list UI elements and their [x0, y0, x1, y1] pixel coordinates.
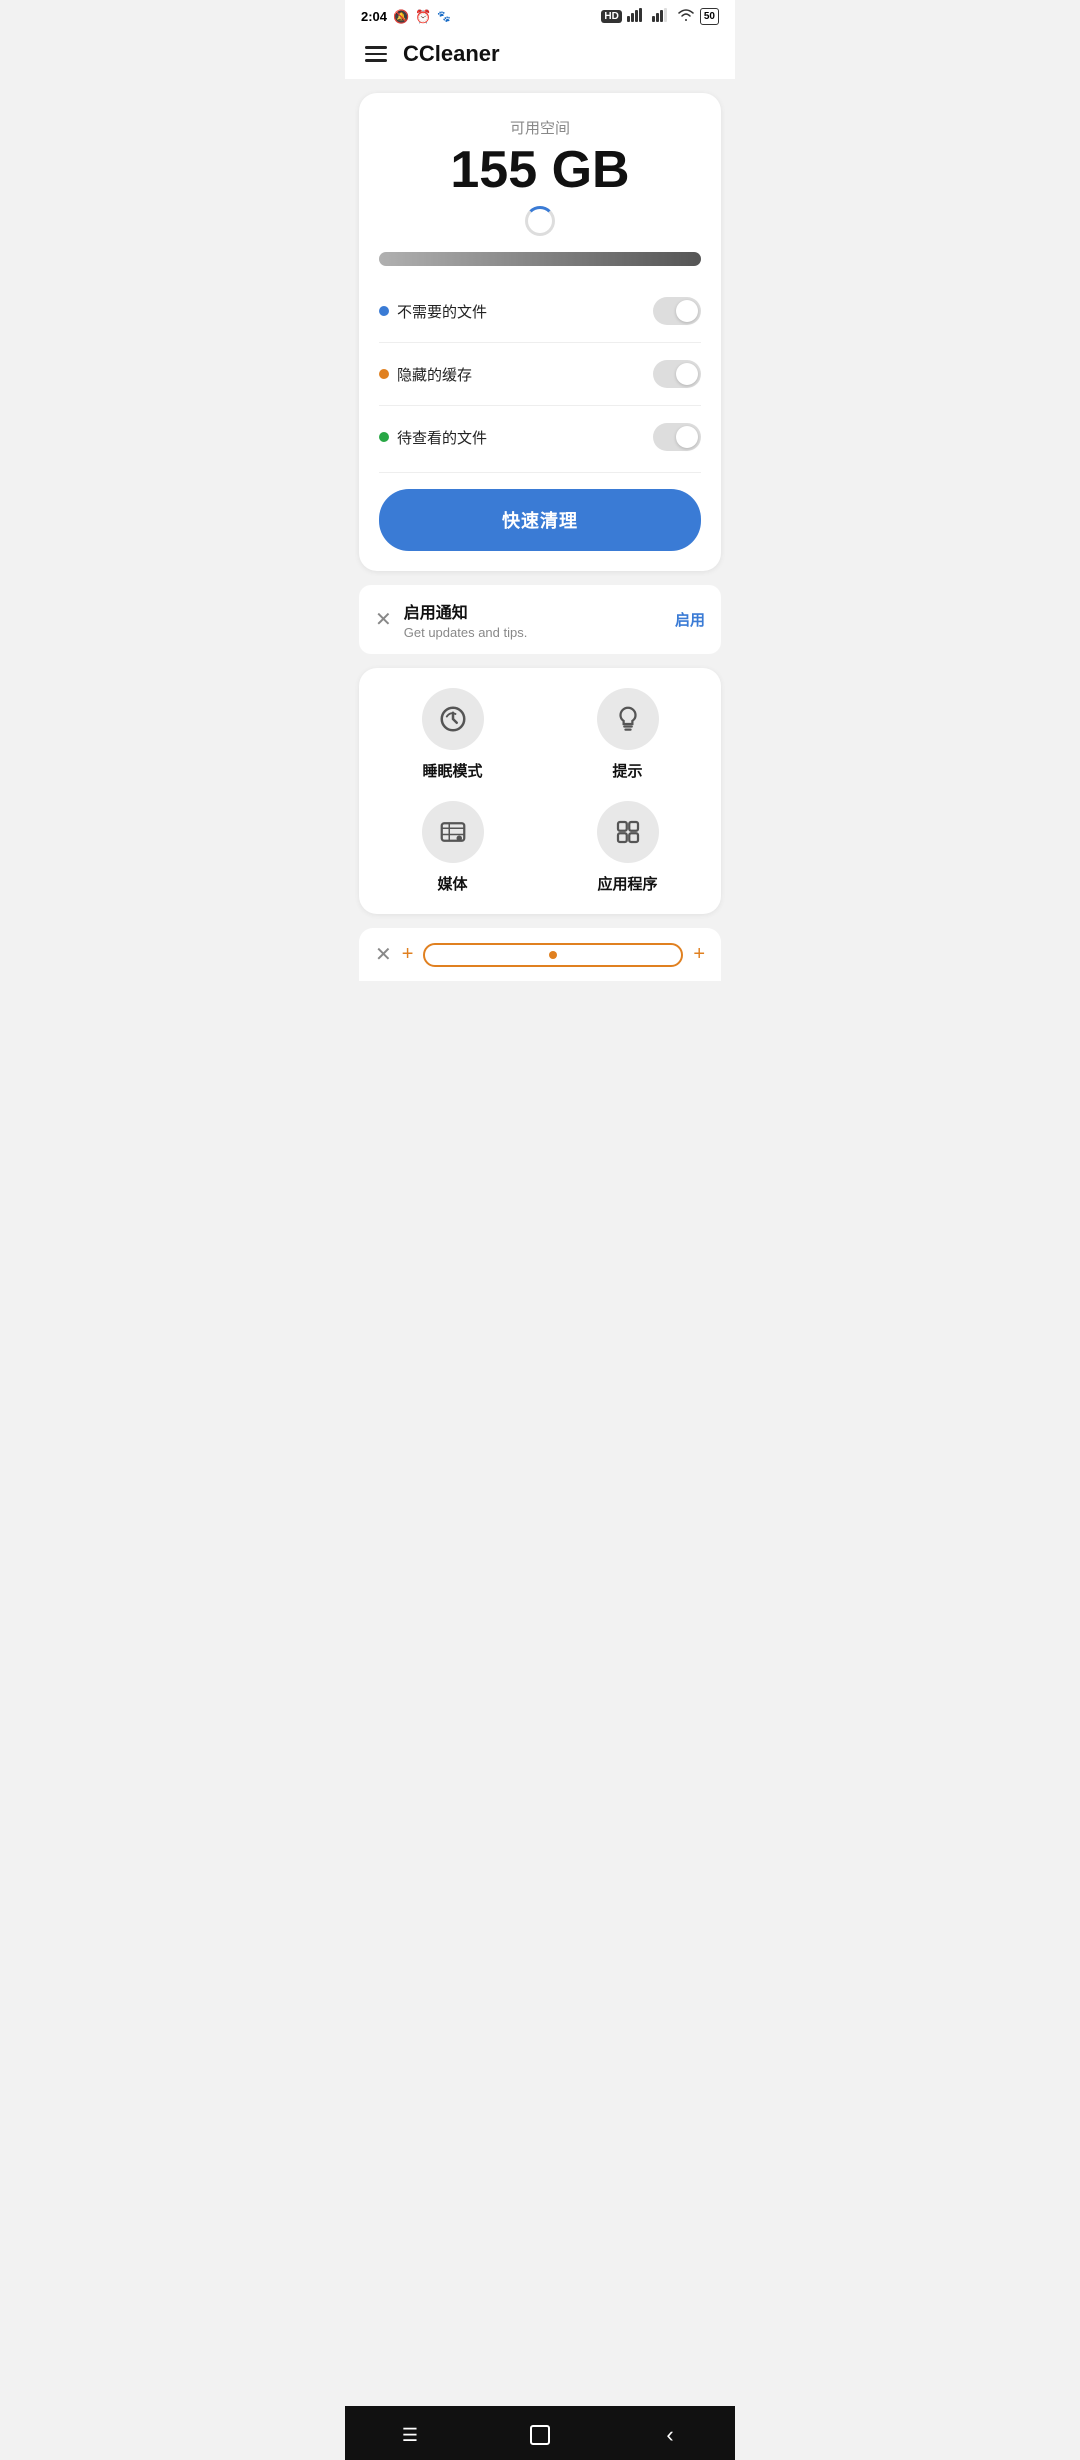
toggle-cache[interactable] — [653, 360, 701, 388]
battery-indicator: 50 — [700, 8, 719, 25]
media-icon-circle — [422, 801, 484, 863]
feature-card: 睡眠模式 提示 — [359, 668, 721, 914]
status-indicators: HD 50 — [601, 8, 719, 25]
bottom-banner-close[interactable]: ✕ — [375, 942, 392, 967]
nav-back-button[interactable]: ‹ — [650, 2420, 690, 2450]
storage-card: 可用空间 155 GB 不需要的文件 隐藏的缓存 — [359, 93, 721, 571]
feature-item-sleep[interactable]: 睡眠模式 — [375, 688, 530, 781]
status-bar: 2:04 🔕 ⏰ 🐾 HD 50 — [345, 0, 735, 29]
signal2-icon — [652, 8, 672, 25]
toggle-item-cache: 隐藏的缓存 — [379, 347, 701, 401]
hd-badge: HD — [601, 10, 621, 23]
plus-right-icon: + — [693, 943, 705, 966]
progress-bar-track — [379, 252, 701, 266]
dot-blue — [379, 306, 389, 316]
feature-grid: 睡眠模式 提示 — [375, 688, 705, 894]
storage-progress — [379, 252, 701, 266]
storage-value: 155 GB — [379, 144, 701, 196]
nav-square-icon — [530, 2425, 550, 2445]
plus-left-icon: + — [402, 943, 414, 966]
feature-item-apps[interactable]: 应用程序 — [550, 801, 705, 894]
storage-label: 可用空间 — [379, 117, 701, 138]
top-bar: CCleaner — [345, 29, 735, 79]
mute-icon: 🔕 — [393, 9, 409, 25]
notification-subtitle: Get updates and tips. — [404, 625, 663, 640]
spinner — [525, 206, 555, 236]
extra-icon: 🐾 — [437, 10, 451, 23]
main-content: 可用空间 155 GB 不需要的文件 隐藏的缓存 — [345, 79, 735, 981]
status-time: 2:04 — [361, 9, 387, 24]
notification-enable-button[interactable]: 启用 — [675, 609, 705, 630]
feature-label-sleep: 睡眠模式 — [422, 760, 482, 781]
notification-banner: ✕ 启用通知 Get updates and tips. 启用 — [359, 585, 721, 654]
toggle-files[interactable] — [653, 423, 701, 451]
feature-label-media: 媒体 — [437, 873, 467, 894]
nav-bar: ☰ ‹ — [345, 2406, 735, 2460]
app-title: CCleaner — [403, 41, 500, 67]
apps-icon — [613, 817, 643, 847]
notification-text: 启用通知 Get updates and tips. — [404, 599, 663, 640]
bottom-banner: ✕ + + — [359, 928, 721, 981]
feature-item-media[interactable]: 媒体 — [375, 801, 530, 894]
signal-icon — [627, 8, 647, 25]
loading-spinner — [379, 206, 701, 236]
alarm-icon: ⏰ — [415, 9, 431, 25]
toggle-item-unnecessary: 不需要的文件 — [379, 284, 701, 338]
notification-close-button[interactable]: ✕ — [375, 607, 392, 632]
notification-title: 启用通知 — [404, 599, 663, 623]
toggle-label-cache: 隐藏的缓存 — [397, 364, 472, 385]
media-icon — [438, 817, 468, 847]
tips-icon-circle — [597, 688, 659, 750]
apps-icon-circle — [597, 801, 659, 863]
feature-label-tips: 提示 — [612, 760, 642, 781]
toggle-label-files: 待查看的文件 — [397, 427, 487, 448]
toggle-list: 不需要的文件 隐藏的缓存 待查看的文件 — [379, 284, 701, 464]
dot-green — [379, 432, 389, 442]
clean-button[interactable]: 快速清理 — [379, 489, 701, 551]
toggle-unnecessary[interactable] — [653, 297, 701, 325]
nav-menu-button[interactable]: ☰ — [390, 2420, 430, 2450]
feature-label-apps: 应用程序 — [597, 873, 657, 894]
bottom-dot — [549, 951, 557, 959]
menu-button[interactable] — [365, 46, 387, 62]
feature-item-tips[interactable]: 提示 — [550, 688, 705, 781]
sleep-icon-circle — [422, 688, 484, 750]
lightbulb-icon — [613, 704, 643, 734]
nav-home-button[interactable] — [520, 2420, 560, 2450]
toggle-label-unnecessary: 不需要的文件 — [397, 301, 487, 322]
toggle-item-files: 待查看的文件 — [379, 410, 701, 464]
wifi-icon — [677, 8, 695, 25]
bottom-bar-pill[interactable] — [423, 943, 683, 967]
dot-orange — [379, 369, 389, 379]
sleep-icon — [438, 704, 468, 734]
